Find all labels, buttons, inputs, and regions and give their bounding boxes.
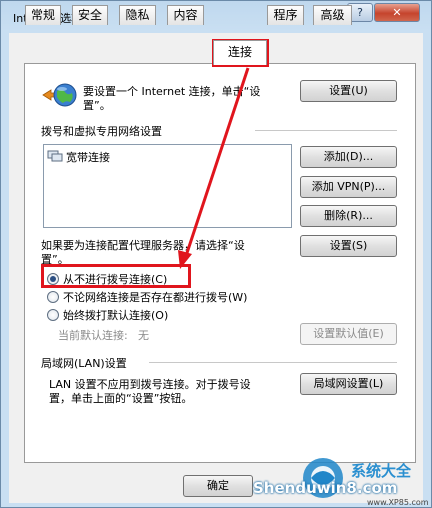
watermark-brand-cn: 系统大全 (351, 462, 412, 480)
annotation-arrow (178, 67, 250, 269)
tab-connections[interactable]: 连接 (213, 40, 267, 65)
internet-options-window: Internet 选项 ? ✕ 常规 安全 隐私 内容 连接 程序 高级 要设置… (0, 0, 432, 508)
watermark-brand-en: Shenduwin8.com (253, 479, 398, 497)
site-watermark: 系统大全 Shenduwin8.com www.XP85.com (251, 456, 432, 508)
watermark-site: www.XP85.com (367, 498, 429, 507)
